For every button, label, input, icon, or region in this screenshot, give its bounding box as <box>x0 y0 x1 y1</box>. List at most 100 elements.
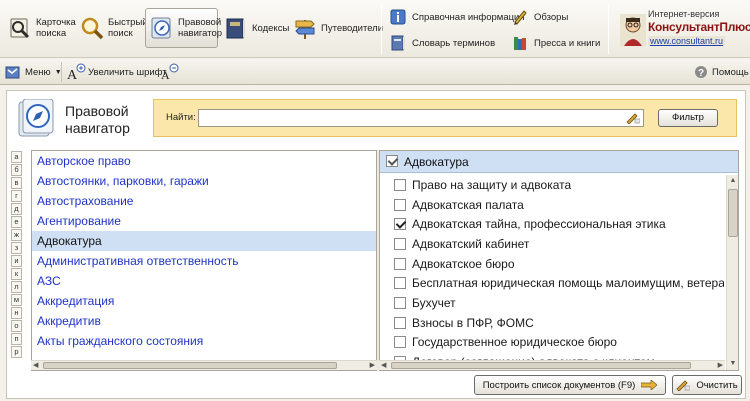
bar2-divider <box>61 62 62 82</box>
alphabet-letter[interactable]: ж <box>11 229 22 241</box>
alphabet-letter[interactable]: н <box>11 307 22 319</box>
keyword-list-item[interactable]: Автострахование <box>32 191 376 211</box>
subtopic-checkbox[interactable] <box>394 237 406 250</box>
subtopic-checkbox[interactable] <box>394 277 406 290</box>
search-card-button[interactable]: Карточка поиска <box>4 8 76 48</box>
legal-navigator-panel: Правовой навигатор Найти: Фильтр абвгдеж… <box>6 90 746 399</box>
scrollbar-thumb[interactable] <box>728 189 738 237</box>
alphabet-letter[interactable]: д <box>11 203 22 215</box>
subtopic-list-item[interactable]: Адвокатский кабинет <box>380 234 724 254</box>
subtopic-header-label: Адвокатура <box>404 155 469 169</box>
keyword-list-item[interactable]: Авторское право <box>32 151 376 171</box>
alphabet-letter[interactable]: л <box>11 281 22 293</box>
menu-icon <box>5 66 20 79</box>
keyword-list-item[interactable]: Административная ответственность <box>32 251 376 271</box>
search-panel: Найти: Фильтр <box>153 99 737 137</box>
alphabet-letter[interactable]: о <box>11 320 22 332</box>
subtopic-list-item[interactable]: Право на защиту и адвоката <box>380 175 724 195</box>
filter-button[interactable]: Фильтр <box>658 109 718 127</box>
subtopic-checkbox[interactable] <box>394 198 406 211</box>
keyword-list-item[interactable]: Акты гражданского состояния <box>32 331 376 351</box>
keyword-list-item[interactable]: Аккредитив <box>32 311 376 331</box>
decrease-font-button[interactable]: A <box>160 63 180 81</box>
clear-search-icon[interactable] <box>626 112 640 124</box>
guides-button[interactable]: Путеводители <box>289 8 383 48</box>
select-all-checkbox[interactable] <box>386 155 398 167</box>
alphabet-letter[interactable]: в <box>11 177 22 189</box>
subtopic-checkbox[interactable] <box>394 336 406 349</box>
build-document-list-button[interactable]: Построить список документов (F9) <box>474 375 666 395</box>
brand-url-link[interactable]: www.consultant.ru <box>648 36 726 46</box>
scroll-left-icon[interactable]: ◀ <box>33 361 38 370</box>
keyword-list-item[interactable]: Автостоянки, парковки, гаражи <box>32 171 376 191</box>
subtopic-scrollbar[interactable]: ▲ ▼ <box>726 175 738 370</box>
toolbar-divider <box>381 4 382 54</box>
subtopic-header: Адвокатура <box>380 151 738 173</box>
scroll-down-icon[interactable]: ▼ <box>729 360 737 368</box>
quick-search-label: Быстрый поиск <box>108 17 148 39</box>
reference-info-button[interactable]: Справочная информация <box>390 9 525 25</box>
clear-button[interactable]: Очистить <box>672 375 742 395</box>
subtopic-list-item[interactable]: Адвокатская палата <box>380 195 724 215</box>
scrollbar-thumb[interactable] <box>43 362 337 369</box>
subtopic-label: Взносы в ПФР, ФОМС <box>412 315 534 330</box>
compass-icon <box>18 99 54 137</box>
subtopic-list-item[interactable]: Бухучет <box>380 293 724 313</box>
scroll-up-icon[interactable]: ▲ <box>729 177 737 185</box>
subtopic-list-item[interactable]: Адвокатское бюро <box>380 254 724 274</box>
alphabet-letter[interactable]: з <box>11 242 22 254</box>
alphabet-letter[interactable]: е <box>11 216 22 228</box>
font-increase-icon: A <box>67 63 86 81</box>
compass-icon <box>151 17 171 39</box>
subtopic-checkbox[interactable] <box>394 296 406 309</box>
alphabet-letter[interactable]: а <box>11 151 22 163</box>
alphabet-letter[interactable]: п <box>11 333 22 345</box>
scroll-right-icon[interactable]: ▶ <box>718 361 723 370</box>
subtopic-list-item[interactable]: Адвокатская тайна, профессиональная этик… <box>380 214 724 234</box>
alphabet-letter[interactable]: р <box>11 346 22 358</box>
menu-button[interactable]: Меню ▼ <box>5 63 62 81</box>
subtopic-checkbox[interactable] <box>394 178 406 191</box>
help-button[interactable]: ? Помощь <box>694 63 749 81</box>
subtopic-list-item[interactable]: Взносы в ПФР, ФОМС <box>380 313 724 333</box>
scroll-right-icon[interactable]: ▶ <box>370 361 375 370</box>
quick-search-button[interactable]: Быстрый поиск <box>76 8 148 48</box>
subtopic-label: Бухучет <box>412 295 456 310</box>
alphabet-letter[interactable]: б <box>11 164 22 176</box>
subtopic-label: Адвокатская палата <box>412 197 524 212</box>
increase-font-button[interactable]: A Увеличить шрифт <box>66 63 167 81</box>
subtopic-label: Право на защиту и адвоката <box>412 177 572 192</box>
dictionary-button[interactable]: Словарь терминов <box>390 35 495 51</box>
press-books-button[interactable]: Пресса и книги <box>512 35 600 51</box>
legal-navigator-button[interactable]: Правовой навигатор <box>145 8 222 48</box>
subtopic-label: Адвокатская тайна, профессиональная этик… <box>412 217 666 232</box>
search-label: Найти: <box>166 112 196 123</box>
alphabet-letter[interactable]: к <box>11 268 22 280</box>
alphabet-letter[interactable]: м <box>11 294 22 306</box>
subtopic-checkbox[interactable] <box>394 316 406 329</box>
keyword-list-item[interactable]: Адвокатура <box>32 231 376 251</box>
secondary-toolbar: Меню ▼ A Увеличить шрифт A ? Помощь <box>0 59 750 85</box>
font-decrease-icon: A <box>161 63 179 81</box>
keyword-list-item[interactable]: Аккредитация <box>32 291 376 311</box>
alphabet-letter[interactable]: и <box>11 255 22 267</box>
codexes-label: Кодексы <box>252 22 290 34</box>
keyword-hscrollbar[interactable]: ◀ ▶ <box>31 360 377 370</box>
subtopic-list-item[interactable]: Государственное юридическое бюро <box>380 333 724 353</box>
subtopic-hscrollbar[interactable]: ◀ ▶ <box>379 360 725 370</box>
search-input[interactable] <box>198 109 644 127</box>
subtopic-label: Бесплатная юридическая помощь малоимущим… <box>412 276 724 291</box>
keyword-list-item[interactable]: Агентирование <box>32 211 376 231</box>
subtopic-checkbox[interactable] <box>394 257 406 270</box>
menu-label: Меню <box>25 66 51 78</box>
info-icon <box>390 9 406 25</box>
reviews-button[interactable]: Обзоры <box>512 9 568 25</box>
subtopic-checkbox[interactable] <box>394 218 406 231</box>
scroll-left-icon[interactable]: ◀ <box>381 361 386 370</box>
keyword-list-item[interactable]: АЗС <box>32 271 376 291</box>
press-books-label: Пресса и книги <box>534 37 601 49</box>
subtopic-list-item[interactable]: Бесплатная юридическая помощь малоимущим… <box>380 273 724 293</box>
codexes-button[interactable]: Кодексы <box>220 8 290 48</box>
alphabet-letter[interactable]: г <box>11 190 22 202</box>
scrollbar-thumb[interactable] <box>391 362 691 369</box>
